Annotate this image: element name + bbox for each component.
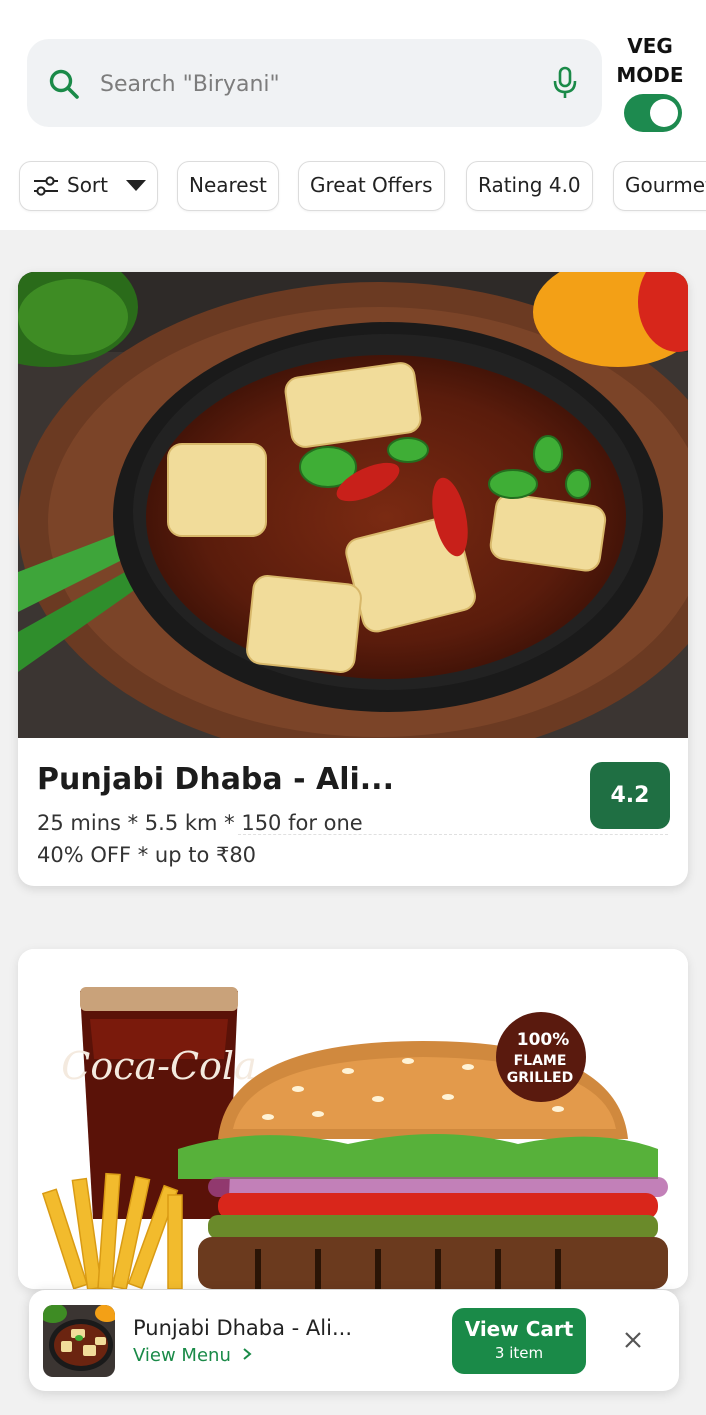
filter-sliders-icon [34, 176, 58, 196]
search-placeholder[interactable]: Search "Biryani" [100, 70, 280, 100]
restaurant-meta: 25 mins * 5.5 km * 150 for one [37, 811, 363, 835]
mic-icon[interactable] [551, 66, 579, 100]
close-icon[interactable] [621, 1328, 645, 1352]
toggle-knob [650, 99, 678, 127]
filter-chip-gourmet[interactable]: Gourmet [613, 161, 706, 211]
chevron-down-icon [123, 162, 149, 209]
header: Search "Biryani" VEG MODE Sort Nearest G… [0, 0, 706, 230]
cart-bar[interactable]: Punjabi Dhaba - Ali... View Menu View Ca… [29, 1290, 679, 1391]
sort-chip[interactable]: Sort [19, 161, 158, 211]
restaurant-food-image [18, 272, 688, 738]
view-cart-label: View Cart [464, 1317, 574, 1341]
cart-restaurant-thumbnail [43, 1305, 115, 1377]
chevron-right-icon [242, 1348, 252, 1360]
restaurant-card[interactable]: Coca-Cola 100% FLAME GRILLED [18, 949, 688, 1289]
sort-label: Sort [67, 173, 108, 197]
veg-mode-label-line1: VEG [627, 34, 673, 58]
badge-text-grilled: GRILLED [507, 1070, 574, 1086]
cart-restaurant-name: Punjabi Dhaba - Ali... [133, 1316, 352, 1340]
view-cart-button[interactable]: View Cart 3 item [452, 1308, 586, 1374]
restaurant-food-image: Coca-Cola 100% FLAME GRILLED [18, 949, 688, 1289]
view-menu-link[interactable]: View Menu [133, 1343, 253, 1369]
badge-text-100: 100% [517, 1030, 570, 1050]
search-icon[interactable] [48, 68, 80, 100]
coca-cola-logo-text: Coca-Cola [61, 1044, 257, 1088]
filter-chip-nearest[interactable]: Nearest [177, 161, 279, 211]
veg-mode-toggle[interactable] [624, 94, 682, 132]
filter-chip-great-offers[interactable]: Great Offers [298, 161, 445, 211]
veg-mode-label: VEG MODE [612, 32, 688, 90]
restaurant-card[interactable]: Punjabi Dhaba - Ali... 25 mins * 5.5 km … [18, 272, 688, 886]
veg-mode-label-line2: MODE [616, 63, 684, 87]
view-menu-label: View Menu [133, 1345, 231, 1366]
badge-text-flame: FLAME [514, 1053, 567, 1069]
rating-badge: 4.2 [590, 762, 670, 829]
restaurant-name[interactable]: Punjabi Dhaba - Ali... [37, 760, 394, 800]
cart-item-count: 3 item [494, 1344, 544, 1362]
restaurant-offer: 40% OFF * up to ₹80 [37, 843, 257, 867]
filter-chip-rating[interactable]: Rating 4.0 [466, 161, 593, 211]
